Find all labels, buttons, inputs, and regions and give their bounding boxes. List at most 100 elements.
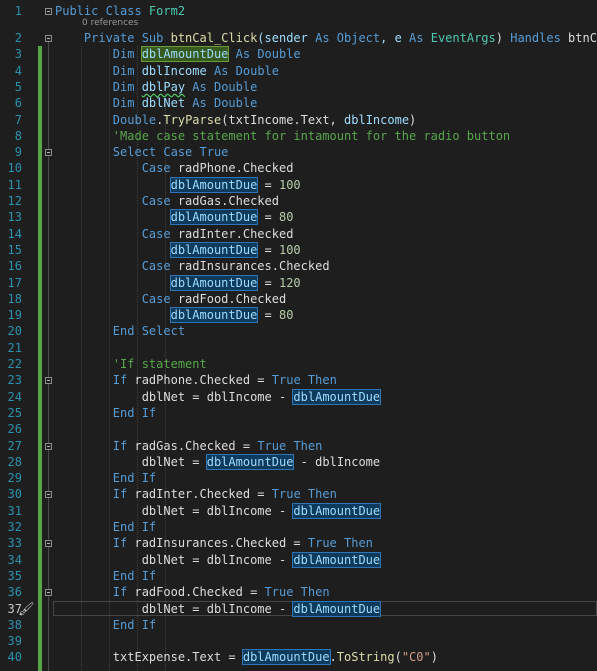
code-line[interactable]: 8 'Made case statement for intamount for…	[0, 128, 597, 144]
code-line[interactable]: 5 Dim dblPay As Double	[0, 79, 597, 95]
code-text[interactable]: End If	[55, 617, 156, 633]
line-number[interactable]: 19	[0, 307, 22, 323]
code-line[interactable]: 1 Public Class Form2	[0, 3, 597, 19]
line-number[interactable]: 12	[0, 193, 22, 209]
code-line[interactable]: 28 dblNet = dblAmountDue - dblIncome	[0, 453, 597, 470]
line-number[interactable]: 29	[0, 470, 22, 486]
line-number[interactable]: 3	[0, 46, 22, 62]
line-number[interactable]: 30	[0, 486, 22, 502]
code-line[interactable]: 12 Case radGas.Checked	[0, 193, 597, 209]
code-line[interactable]: 18 Case radFood.Checked	[0, 291, 597, 307]
code-text[interactable]: Dim dblNet As Double	[55, 95, 258, 111]
collapse-icon[interactable]	[45, 8, 52, 15]
code-line[interactable]: 16 Case radInsurances.Checked	[0, 258, 597, 274]
collapse-icon[interactable]	[45, 377, 52, 385]
code-text[interactable]: Private Sub btnCal_Click(sender As Objec…	[55, 30, 597, 46]
line-number[interactable]: 26	[0, 421, 22, 437]
code-text[interactable]: Public Class Form2	[55, 3, 185, 19]
code-text[interactable]: dblAmountDue = 100	[55, 176, 301, 193]
code-line[interactable]: 35 End If	[0, 568, 597, 584]
code-line[interactable]: 30 If radInter.Checked = True Then	[0, 486, 597, 502]
code-text[interactable]: Dim dblPay As Double	[55, 79, 258, 95]
line-number[interactable]: 8	[0, 128, 22, 144]
code-line[interactable]: 25 End If	[0, 405, 597, 421]
line-number[interactable]: 14	[0, 226, 22, 242]
code-text[interactable]: dblNet = dblIncome - dblAmountDue	[55, 551, 382, 568]
code-text[interactable]: If radFood.Checked = True Then	[55, 584, 330, 600]
line-number[interactable]: 34	[0, 552, 22, 568]
code-line[interactable]: 17 dblAmountDue = 120	[0, 274, 597, 291]
line-number[interactable]: 9	[0, 144, 22, 160]
code-text[interactable]: End If	[55, 568, 156, 584]
code-line[interactable]: 9 Select Case True	[0, 144, 597, 160]
line-number[interactable]: 13	[0, 209, 22, 225]
code-line[interactable]: 26	[0, 421, 597, 437]
code-line[interactable]: 34 dblNet = dblIncome - dblAmountDue	[0, 551, 597, 568]
code-text[interactable]: End If	[55, 470, 156, 486]
code-line[interactable]: 31 dblNet = dblIncome - dblAmountDue	[0, 502, 597, 519]
line-number[interactable]: 40	[0, 649, 22, 665]
code-line[interactable]: 14 Case radInter.Checked	[0, 226, 597, 242]
line-number[interactable]: 31	[0, 503, 22, 519]
code-text[interactable]: dblNet = dblAmountDue - dblIncome	[55, 453, 380, 470]
codelens-references[interactable]: 0 references	[82, 18, 138, 28]
code-text[interactable]: dblNet = dblIncome - dblAmountDue	[55, 388, 382, 405]
code-line[interactable]: 27 If radGas.Checked = True Then	[0, 438, 597, 454]
collapse-icon[interactable]	[45, 589, 52, 597]
code-line[interactable]: 4 Dim dblIncome As Double	[0, 63, 597, 79]
code-text[interactable]: Dim dblIncome As Double	[55, 63, 279, 79]
code-line[interactable]: 37 dblNet = dblIncome - dblAmountDue	[0, 600, 597, 617]
code-line[interactable]: 15 dblAmountDue = 100	[0, 241, 597, 258]
collapse-icon[interactable]	[45, 442, 52, 450]
code-line[interactable]: 11 dblAmountDue = 100	[0, 176, 597, 193]
code-line[interactable]: 13 dblAmountDue = 80	[0, 209, 597, 226]
line-number[interactable]: 10	[0, 160, 22, 176]
code-editor[interactable]: 0 references 🖌 1 Public Class Form2 2 Priv…	[0, 0, 597, 671]
line-number[interactable]: 11	[0, 177, 22, 193]
line-number[interactable]: 24	[0, 389, 22, 405]
code-line[interactable]: 19 dblAmountDue = 80	[0, 307, 597, 324]
code-line[interactable]: 38 End If	[0, 617, 597, 633]
code-text[interactable]: Dim dblAmountDue As Double	[55, 46, 301, 63]
line-number[interactable]: 17	[0, 275, 22, 291]
line-number[interactable]: 21	[0, 340, 22, 356]
code-text[interactable]: Case radFood.Checked	[55, 291, 287, 307]
line-number[interactable]: 16	[0, 258, 22, 274]
line-number[interactable]: 4	[0, 63, 22, 79]
code-text[interactable]: If radInsurances.Checked = True Then	[55, 535, 373, 551]
code-text[interactable]: End Select	[55, 323, 185, 339]
code-line[interactable]: 7 Double.TryParse(txtIncome.Text, dblInc…	[0, 112, 597, 128]
code-line[interactable]: 6 Dim dblNet As Double	[0, 95, 597, 111]
code-text[interactable]: Case radInsurances.Checked	[55, 258, 330, 274]
code-text[interactable]: Double.TryParse(txtIncome.Text, dblIncom…	[55, 112, 416, 128]
line-number[interactable]: 35	[0, 568, 22, 584]
line-number[interactable]: 20	[0, 323, 22, 339]
line-number[interactable]: 7	[0, 112, 22, 128]
code-line[interactable]: 39	[0, 633, 597, 649]
collapse-icon[interactable]	[45, 35, 52, 42]
line-number[interactable]: 23	[0, 372, 22, 388]
line-number[interactable]: 2	[0, 30, 22, 46]
code-line[interactable]: 22 'If statement	[0, 356, 597, 372]
code-line[interactable]: 32 End If	[0, 519, 597, 535]
code-text[interactable]: Select Case True	[55, 144, 229, 160]
code-text[interactable]: Case radGas.Checked	[55, 193, 279, 209]
code-text[interactable]: If radGas.Checked = True Then	[55, 438, 323, 454]
code-line[interactable]: 40 txtExpense.Text = dblAmountDue.ToStri…	[0, 649, 597, 666]
code-line[interactable]: 20 End Select	[0, 323, 597, 339]
line-number[interactable]: 27	[0, 438, 22, 454]
line-number[interactable]: 37	[0, 601, 22, 617]
line-number[interactable]: 6	[0, 95, 22, 111]
code-line[interactable]: 2 Private Sub btnCal_Click(sender As Obj…	[0, 30, 597, 46]
line-number[interactable]: 28	[0, 454, 22, 470]
line-number[interactable]: 39	[0, 633, 22, 649]
collapse-icon[interactable]	[45, 491, 52, 499]
line-number[interactable]: 1	[0, 3, 22, 19]
line-number[interactable]: 36	[0, 584, 22, 600]
collapse-icon[interactable]	[45, 149, 52, 157]
line-number[interactable]: 5	[0, 79, 22, 95]
code-text[interactable]: Case radPhone.Checked	[55, 160, 294, 176]
code-text[interactable]: 'Made case statement for intamount for t…	[55, 128, 510, 144]
code-line[interactable]: 3 Dim dblAmountDue As Double	[0, 46, 597, 63]
code-text[interactable]: dblAmountDue = 80	[55, 209, 293, 226]
